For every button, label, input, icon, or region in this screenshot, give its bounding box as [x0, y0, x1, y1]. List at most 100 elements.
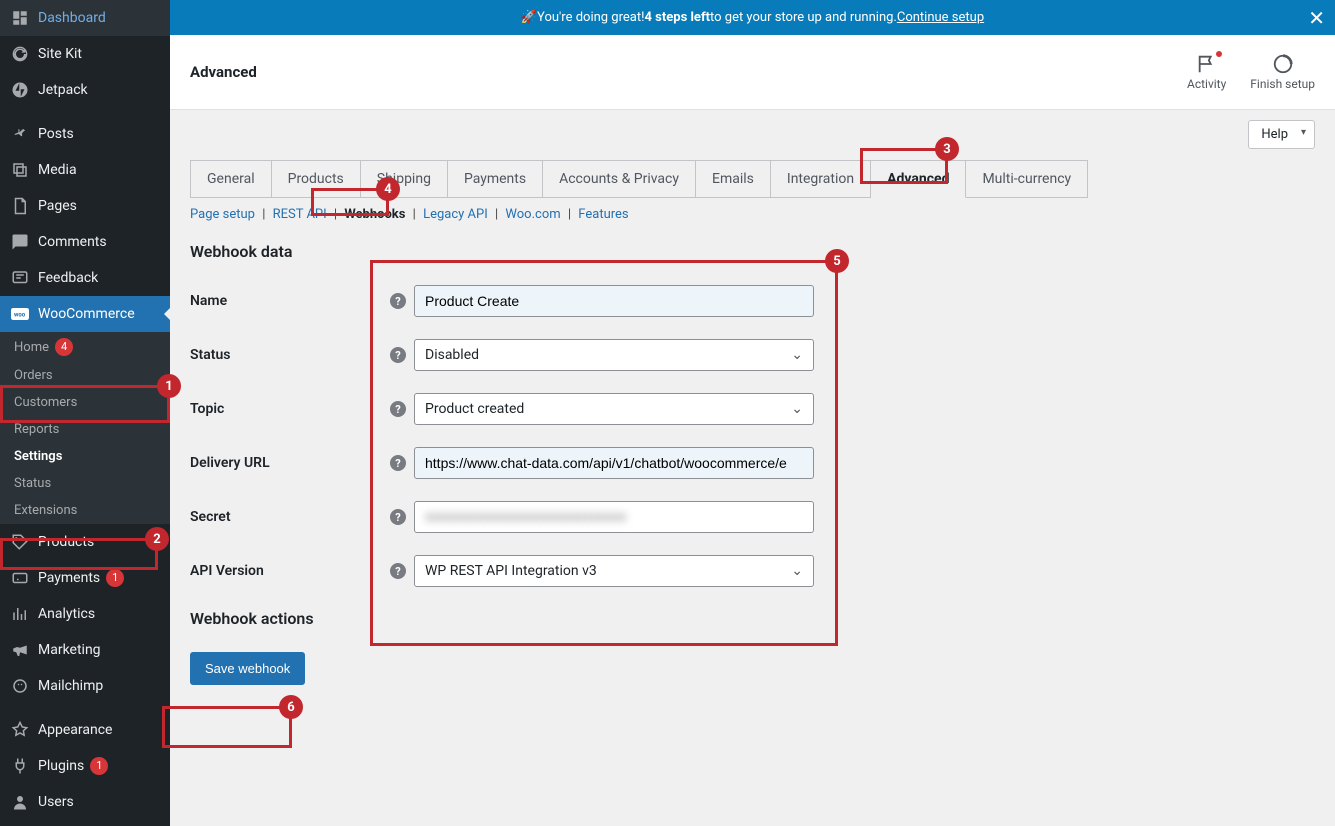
activity-label: Activity [1187, 77, 1226, 91]
sub-label: Settings [14, 449, 62, 464]
sidebar-label: Dashboard [38, 10, 106, 26]
close-icon[interactable]: ✕ [1308, 6, 1325, 30]
pin-icon [10, 124, 30, 144]
flag-icon [1196, 53, 1218, 75]
google-icon [10, 44, 30, 64]
sidebar-label: WooCommerce [38, 306, 135, 322]
sidebar-label: Posts [38, 126, 74, 142]
banner-text-pre: You're doing great! [537, 10, 644, 25]
dashboard-icon [10, 8, 30, 28]
banner-text-post: to get your store up and running. [710, 10, 897, 25]
sidebar-label: Site Kit [38, 46, 82, 62]
callout-number: 4 [376, 177, 400, 201]
sidebar-item-jetpack[interactable]: Jetpack [0, 72, 170, 108]
sidebar-label: Mailchimp [38, 678, 103, 694]
sub-label: Extensions [14, 503, 77, 518]
callout-box-5: 5 [370, 260, 838, 646]
tab-integration[interactable]: Integration [771, 160, 871, 198]
sidebar-label: Pages [38, 198, 77, 214]
sub-home[interactable]: Home 4 [0, 332, 170, 362]
sidebar-item-woocommerce[interactable]: woo WooCommerce [0, 296, 170, 332]
setup-banner: 🚀 You're doing great! 4 steps left to ge… [170, 0, 1335, 35]
sidebar-label: Users [38, 794, 74, 810]
subtab-legacy-api[interactable]: Legacy API [423, 207, 488, 222]
notification-dot [1216, 51, 1222, 57]
content-area: Help General Products Shipping Payments … [170, 110, 1335, 705]
sidebar-item-analytics[interactable]: Analytics [0, 596, 170, 632]
tab-payments[interactable]: Payments [448, 160, 543, 198]
sub-settings[interactable]: Settings [0, 443, 170, 470]
sidebar-item-mailchimp[interactable]: Mailchimp [0, 668, 170, 704]
label-api: API Version [190, 563, 390, 579]
sidebar-item-sitekit[interactable]: Site Kit [0, 36, 170, 72]
top-bar: Advanced Activity Finish setup [170, 35, 1335, 110]
help-dropdown[interactable]: Help [1248, 120, 1315, 149]
users-icon [10, 792, 30, 812]
plugins-icon [10, 756, 30, 776]
label-topic: Topic [190, 401, 390, 417]
sidebar-item-appearance[interactable]: Appearance [0, 712, 170, 748]
callout-number: 1 [157, 374, 181, 398]
separator: | [568, 207, 571, 222]
page-title: Advanced [190, 63, 257, 81]
callout-box-4: 4 [311, 188, 389, 216]
label-status: Status [190, 347, 390, 363]
subtab-page-setup[interactable]: Page setup [190, 207, 255, 222]
progress-icon [1272, 53, 1294, 75]
sidebar-item-feedback[interactable]: Feedback [0, 260, 170, 296]
jetpack-icon [10, 80, 30, 100]
callout-number: 2 [145, 527, 169, 551]
sidebar-label: Plugins [38, 758, 84, 774]
callout-box-3: 3 [860, 148, 948, 184]
callout-number: 3 [935, 137, 959, 161]
svg-text:woo: woo [14, 311, 26, 318]
label-name: Name [190, 293, 390, 309]
banner-bold: 4 steps left [644, 10, 710, 25]
page-icon [10, 196, 30, 216]
sidebar-label: Analytics [38, 606, 95, 622]
sub-label: Status [14, 476, 51, 491]
sidebar-item-comments[interactable]: Comments [0, 224, 170, 260]
tab-multicurrency[interactable]: Multi-currency [966, 160, 1088, 198]
topbar-actions: Activity Finish setup [1187, 53, 1315, 91]
banner-link[interactable]: Continue setup [897, 10, 984, 25]
sub-label: Reports [14, 422, 59, 437]
feedback-icon [10, 268, 30, 288]
sidebar-label: Media [38, 162, 77, 178]
callout-box-1: 1 [0, 385, 170, 423]
separator: | [495, 207, 498, 222]
sidebar-label: Marketing [38, 642, 101, 658]
sidebar-item-pages[interactable]: Pages [0, 188, 170, 224]
tab-emails[interactable]: Emails [696, 160, 771, 198]
sidebar-label: Feedback [38, 270, 98, 286]
sidebar-item-dashboard[interactable]: Dashboard [0, 0, 170, 36]
mailchimp-icon [10, 676, 30, 696]
woocommerce-icon: woo [10, 304, 30, 324]
main-area: 🚀 You're doing great! 4 steps left to ge… [170, 0, 1335, 826]
callout-box-6: 6 [162, 706, 292, 748]
banner-emoji: 🚀 [521, 10, 537, 25]
sidebar-item-marketing[interactable]: Marketing [0, 632, 170, 668]
sidebar-item-posts[interactable]: Posts [0, 116, 170, 152]
callout-number: 5 [825, 249, 849, 273]
separator: | [413, 207, 416, 222]
sidebar-item-media[interactable]: Media [0, 152, 170, 188]
tab-accounts[interactable]: Accounts & Privacy [543, 160, 696, 198]
sub-label: Orders [14, 368, 53, 383]
callout-box-2: 2 [0, 538, 158, 570]
sub-status[interactable]: Status [0, 470, 170, 497]
finish-setup-button[interactable]: Finish setup [1250, 53, 1315, 91]
sidebar-item-plugins[interactable]: Plugins 1 [0, 748, 170, 784]
sidebar-item-users[interactable]: Users [0, 784, 170, 820]
appearance-icon [10, 720, 30, 740]
sidebar-label: Appearance [38, 722, 112, 738]
marketing-icon [10, 640, 30, 660]
subtab-features[interactable]: Features [578, 207, 628, 222]
badge: 1 [90, 757, 108, 775]
sidebar-label: Comments [38, 234, 107, 250]
sub-extensions[interactable]: Extensions [0, 497, 170, 524]
save-webhook-button[interactable]: Save webhook [190, 652, 305, 685]
activity-button[interactable]: Activity [1187, 53, 1226, 91]
subtab-woo-com[interactable]: Woo.com [505, 207, 560, 222]
tab-general[interactable]: General [190, 160, 272, 198]
